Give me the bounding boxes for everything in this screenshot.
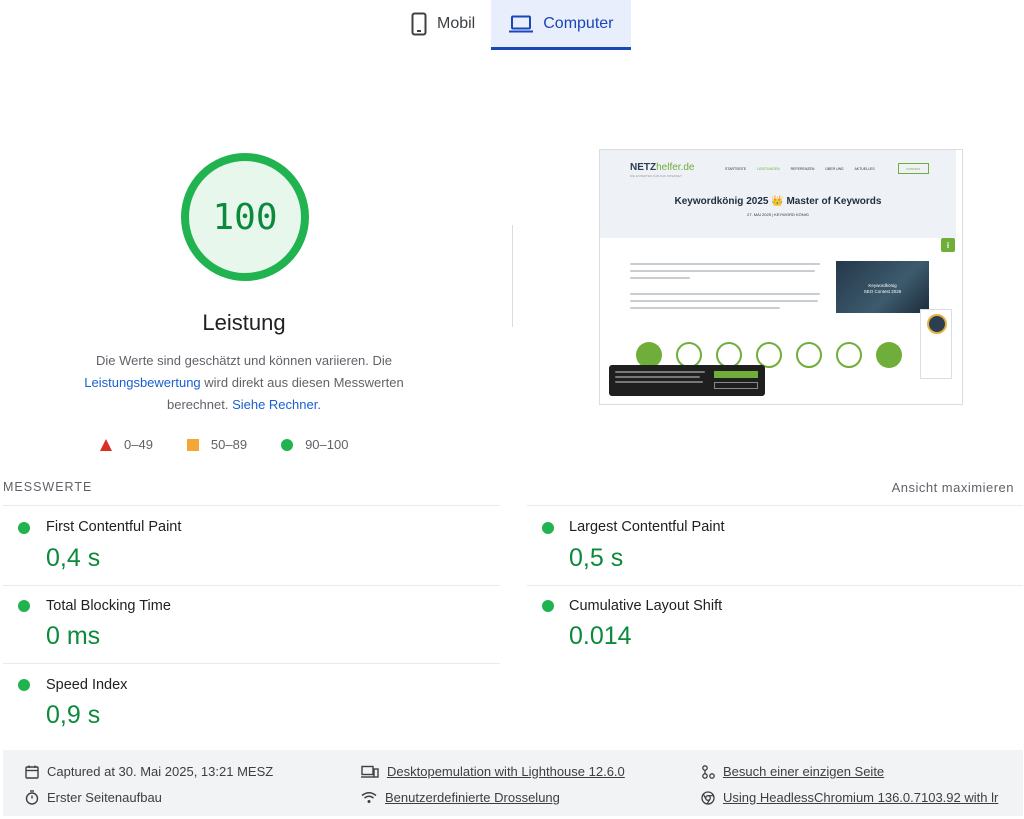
page-load-info: Erster Seitenaufbau	[25, 790, 162, 805]
legend-average-label: 50–89	[210, 437, 248, 452]
throttling-info[interactable]: Benutzerdefinierte Drosselung	[361, 790, 560, 805]
pass-dot-icon	[18, 522, 30, 534]
screenshot-logo: NETZhelfer.de	[630, 162, 695, 173]
tab-computer[interactable]: Computer	[491, 0, 632, 50]
divider	[512, 225, 513, 327]
session-icon	[701, 764, 715, 779]
legend-pass-label: 90–100	[305, 437, 349, 452]
performance-gauge: 100	[180, 152, 310, 282]
legend-average: 50–89	[186, 437, 248, 452]
metric-tbt-value: 0 ms	[46, 622, 101, 650]
session-info[interactable]: Besuch einer einzigen Seite	[701, 764, 884, 779]
performance-score: 100	[212, 196, 278, 238]
metric-lcp-value: 0,5 s	[569, 544, 624, 572]
page-screenshot[interactable]: NETZhelfer.de DIE EXPERTEN FÜR DAS INTER…	[599, 149, 963, 405]
captured-at: Captured at 30. Mai 2025, 13:21 MESZ	[25, 764, 273, 779]
calculator-link[interactable]: Siehe Rechner.	[232, 397, 321, 412]
phone-icon	[411, 12, 427, 36]
laptop-icon	[509, 15, 534, 33]
timer-icon	[25, 790, 39, 805]
screenshot-title: Keywordkönig 2025 👑 Master of Keywords	[674, 196, 882, 207]
screenshot-info-badge: i	[941, 238, 955, 252]
square-icon	[186, 438, 199, 451]
devices-icon	[361, 765, 379, 779]
tab-computer-label: Computer	[543, 14, 614, 32]
desc-text-1: Die Werte sind geschätzt und können vari…	[95, 353, 393, 368]
emulation-info[interactable]: Desktopemulation with Lighthouse 12.6.0	[361, 764, 625, 779]
wifi-icon	[361, 791, 377, 804]
pass-dot-icon	[542, 522, 554, 534]
legend-pass: 90–100	[281, 437, 348, 452]
metric-tbt-label: Total Blocking Time	[46, 598, 171, 614]
expand-view-toggle[interactable]: Ansicht maximieren	[892, 480, 1014, 495]
device-tabs: Mobil Computer	[395, 0, 632, 50]
screenshot-date: 27. MAI 2025 | KEYWORD KÖNIG	[747, 212, 809, 217]
metric-si-label: Speed Index	[46, 677, 128, 693]
runtime-settings: Captured at 30. Mai 2025, 13:21 MESZ Des…	[3, 750, 1023, 816]
metric-fcp-value: 0,4 s	[46, 544, 101, 572]
metrics-heading: MESSWERTE	[3, 480, 93, 494]
screenshot-nav: STARTSEITE LEISTUNGEN REFERENZEN ÜBER UN…	[725, 167, 875, 171]
circle-icon	[281, 438, 294, 451]
screenshot-cta: KONTAKT	[898, 163, 929, 174]
calendar-icon	[25, 765, 39, 779]
screenshot-article-image: Keywordkönig SEO Contest 2025	[836, 261, 929, 313]
scoring-link[interactable]: Leistungsbewertung	[84, 375, 200, 390]
chrome-icon	[701, 790, 715, 805]
pass-dot-icon	[542, 600, 554, 612]
screenshot-seal	[920, 309, 952, 379]
legend-fail-label: 0–49	[124, 437, 153, 452]
score-legend: 0–49 50–89 90–100	[100, 437, 382, 452]
screenshot-hero: NETZhelfer.de DIE EXPERTEN FÜR DAS INTER…	[600, 150, 956, 238]
pass-dot-icon	[18, 600, 30, 612]
legend-fail: 0–49	[100, 437, 153, 452]
tab-mobile[interactable]: Mobil	[395, 0, 491, 48]
pass-dot-icon	[18, 679, 30, 691]
triangle-icon	[100, 438, 112, 451]
screenshot-logo-sub: DIE EXPERTEN FÜR DAS INTERNET	[630, 174, 682, 178]
gauge-title: Leistung	[202, 310, 286, 335]
metric-cls-value: 0.014	[569, 622, 632, 650]
score-description: Die Werte sind geschätzt und können vari…	[60, 350, 428, 416]
browser-info[interactable]: Using HeadlessChromium 136.0.7103.92 wit…	[701, 790, 998, 805]
tab-mobile-label: Mobil	[437, 15, 476, 32]
metric-fcp-label: First Contentful Paint	[46, 519, 182, 535]
metric-lcp-label: Largest Contentful Paint	[569, 519, 725, 535]
screenshot-cookie-banner	[609, 365, 765, 396]
metric-si-value: 0,9 s	[46, 701, 101, 729]
metric-cls-label: Cumulative Layout Shift	[569, 598, 723, 614]
